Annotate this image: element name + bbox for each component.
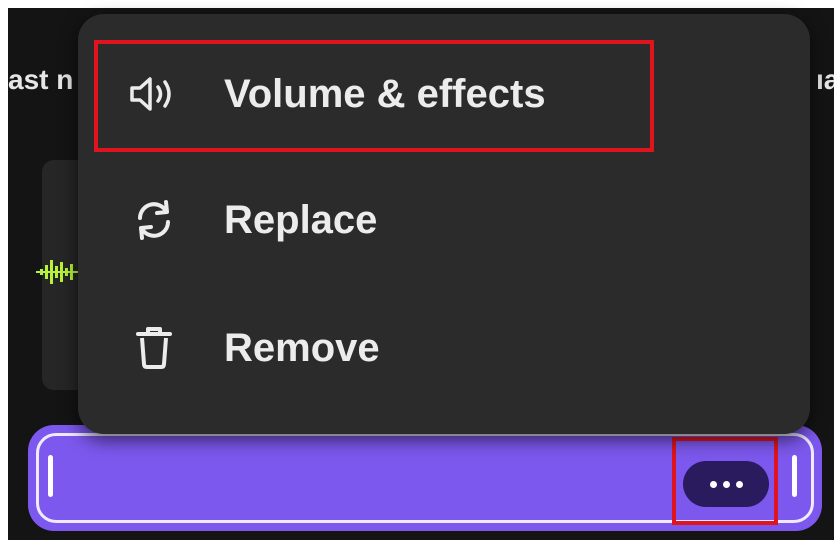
- waveform-icon: [36, 260, 80, 284]
- background-clip-title-right: ıa: [816, 64, 834, 95]
- highlight-box-more-button: [672, 437, 778, 525]
- menu-item-replace[interactable]: Replace: [78, 170, 810, 270]
- clip-trim-handle-right[interactable]: [792, 455, 797, 497]
- menu-item-remove[interactable]: Remove: [78, 298, 810, 398]
- highlight-box-volume-effects: [94, 40, 654, 152]
- refresh-icon: [126, 196, 182, 244]
- menu-item-label: Remove: [224, 325, 380, 370]
- menu-item-label: Replace: [224, 197, 378, 242]
- clip-trim-handle-left[interactable]: [48, 455, 53, 497]
- trash-icon: [126, 324, 182, 372]
